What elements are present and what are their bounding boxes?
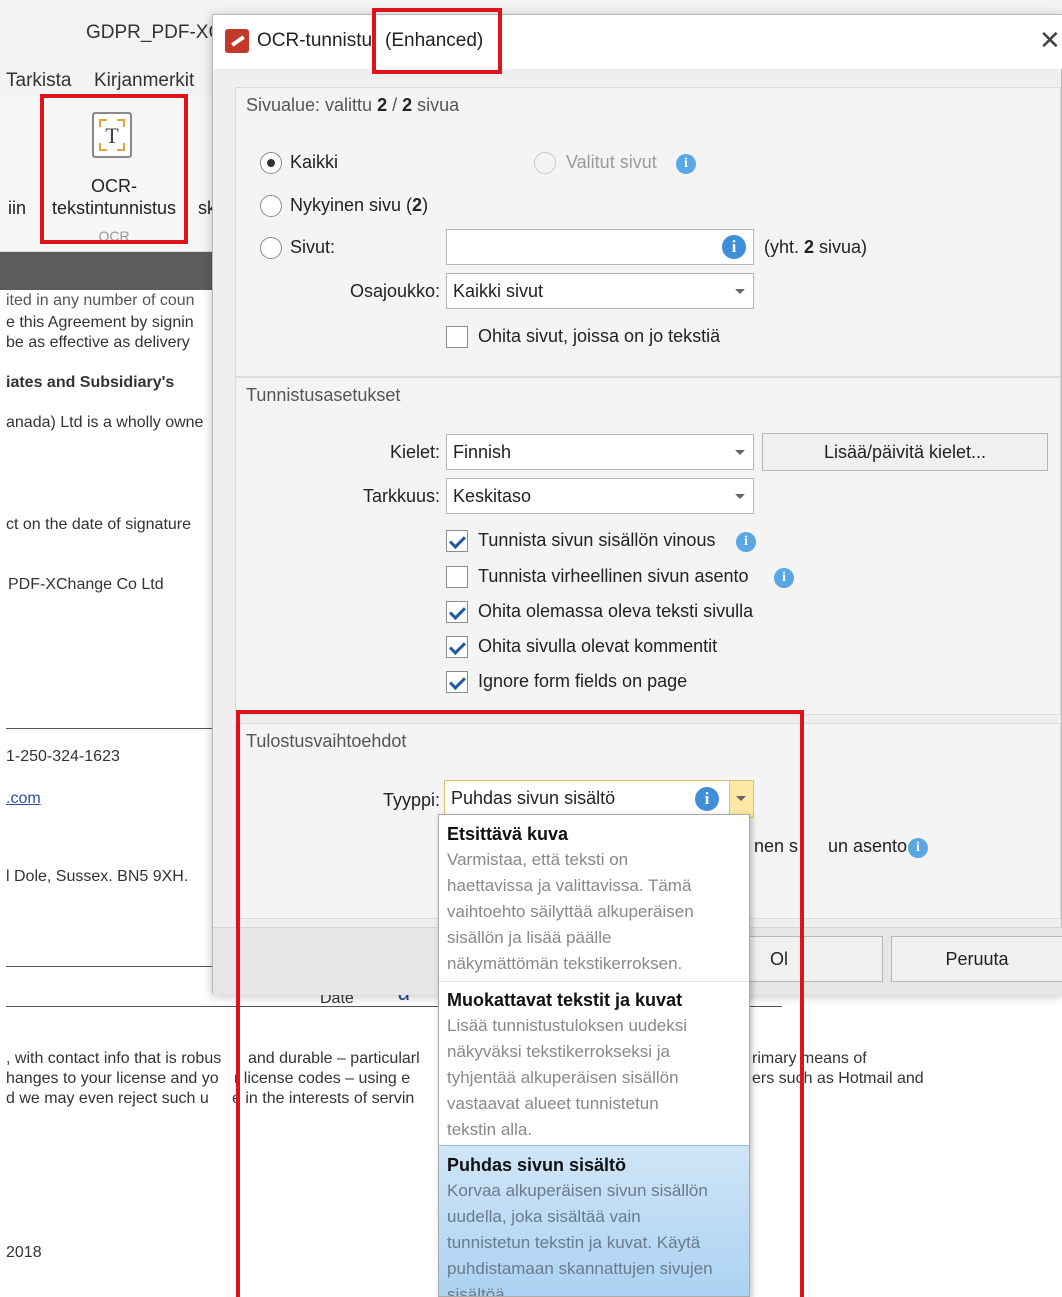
chevron-down-icon	[735, 450, 745, 455]
page-range-group: Sivualue: valittu 2 / 2 sivua Kaikki Val…	[235, 87, 1061, 377]
radio-current-page[interactable]	[260, 195, 282, 217]
skip-existing-text-checkbox[interactable]	[446, 601, 468, 623]
doc-line: , with contact info that is robus	[6, 1050, 222, 1067]
skip-comments-label: Ohita sivulla olevat kommentit	[478, 636, 718, 656]
dialog-title: OCR-tunnistu	[257, 30, 373, 51]
skip-text-pages-checkbox[interactable]	[446, 326, 468, 348]
doc-phone: 1-250-324-1623	[6, 748, 120, 765]
info-icon[interactable]: i	[908, 838, 928, 858]
recognition-settings-title: Tunnistusasetukset	[246, 385, 401, 405]
languages-select[interactable]: Finnish	[446, 434, 754, 470]
doc-line: anada) Ltd is a wholly owne	[6, 414, 204, 431]
pages-input[interactable]	[446, 229, 754, 265]
doc-line: be as effective as delivery	[6, 334, 190, 351]
radio-selected-pages[interactable]	[534, 152, 556, 174]
selected-pages-label: Valitut sivut	[566, 152, 657, 172]
subset-select[interactable]: Kaikki sivut	[446, 273, 754, 309]
doc-link[interactable]: .com	[6, 790, 41, 808]
doc-divider	[6, 966, 236, 967]
annotation-highlight-output-options	[236, 710, 804, 1297]
tab-kirjanmerkit[interactable]: Kirjanmerkit	[94, 70, 194, 92]
detect-skew-label: Tunnista sivun sisällön vinous	[478, 530, 716, 550]
close-icon[interactable]: ✕	[1039, 25, 1061, 56]
pages-label: Sivut:	[290, 237, 336, 257]
doc-line: hanges to your license and yo	[6, 1070, 219, 1087]
doc-address: l Dole, Sussex. BN5 9XH.	[6, 868, 189, 885]
chevron-down-icon	[735, 289, 745, 294]
app-title: GDPR_PDF-XCl	[86, 22, 227, 43]
languages-label: Kielet:	[389, 442, 440, 462]
recognition-settings-group: Tunnistusasetukset Kielet: Finnish Lisää…	[235, 377, 1061, 715]
info-icon[interactable]: i	[774, 568, 794, 588]
app-logo-icon	[225, 29, 249, 53]
doc-line: e this Agreement by signin	[6, 314, 194, 331]
doc-heading: iates and Subsidiary's	[6, 374, 175, 391]
annotation-highlight-ocr-button	[40, 94, 188, 244]
annotation-highlight-enhanced	[372, 8, 502, 74]
tab-tarkista[interactable]: Tarkista	[6, 70, 71, 92]
info-icon[interactable]: i	[676, 154, 696, 174]
page-range-title: Sivualue: valittu 2 / 2 sivua	[246, 95, 460, 115]
accuracy-select[interactable]: Keskitaso	[446, 478, 754, 514]
doc-divider	[6, 728, 236, 729]
doc-line: d we may even reject such u	[6, 1090, 209, 1107]
cancel-button[interactable]: Peruuta	[891, 936, 1062, 982]
skip-text-pages-label: Ohita sivut, joissa on jo tekstiä	[478, 326, 721, 346]
current-page-label: Nykyinen sivu (2)	[290, 195, 429, 215]
total-pages-label: (yht. 2 sivua)	[764, 237, 868, 257]
document-toolbar-band	[0, 252, 220, 290]
all-pages-label: Kaikki	[290, 152, 339, 172]
detect-skew-checkbox[interactable]	[446, 530, 468, 552]
hidden-option-label-tail: un asento	[828, 836, 908, 856]
detect-orientation-label: Tunnista virheellinen sivun asento	[478, 566, 749, 586]
accuracy-label: Tarkkuus:	[362, 486, 440, 506]
doc-line: ct on the date of signature	[6, 516, 192, 533]
radio-all-pages[interactable]	[260, 152, 282, 174]
doc-line: PDF-XChange Co Ltd	[8, 576, 164, 593]
info-icon[interactable]: i	[722, 235, 746, 259]
chevron-down-icon	[735, 494, 745, 499]
radio-pages[interactable]	[260, 237, 282, 259]
doc-year: 2018	[6, 1244, 42, 1261]
update-languages-button[interactable]: Lisää/päivitä kielet...	[762, 433, 1048, 471]
ignore-form-fields-label: Ignore form fields on page	[478, 671, 688, 691]
skip-comments-checkbox[interactable]	[446, 636, 468, 658]
subset-label: Osajoukko:	[349, 281, 440, 301]
detect-orientation-checkbox[interactable]	[446, 566, 468, 588]
doc-line: ited in any number of coun	[6, 292, 195, 309]
ignore-form-fields-checkbox[interactable]	[446, 671, 468, 693]
ribbon-tabs: Tarkista Kirjanmerkit	[0, 64, 220, 96]
info-icon[interactable]: i	[736, 532, 756, 552]
skip-existing-text-label: Ohita olemassa oleva teksti sivulla	[478, 601, 754, 621]
dialog-title-bar[interactable]: OCR-tunnistu (Enhanced) ✕	[213, 15, 1062, 69]
ribbon-side-left-label: iin	[8, 198, 27, 218]
